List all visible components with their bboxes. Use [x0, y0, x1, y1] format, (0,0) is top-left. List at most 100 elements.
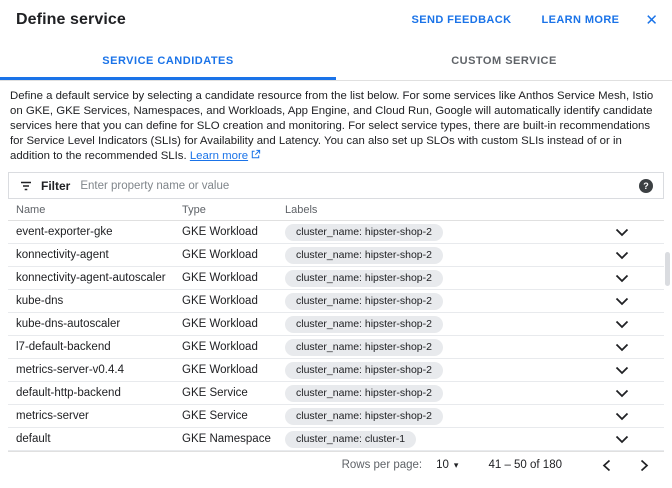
- row-expand-cell: [594, 320, 664, 329]
- learn-more-button[interactable]: LEARN MORE: [541, 14, 619, 26]
- row-name: konnectivity-agent: [8, 249, 182, 261]
- label-chip: cluster_name: hipster-shop-2: [285, 247, 443, 264]
- table-row[interactable]: metrics-server GKE Service cluster_name:…: [8, 405, 664, 428]
- row-labels: cluster_name: hipster-shop-2: [285, 339, 594, 356]
- tab-bar: SERVICE CANDIDATES CUSTOM SERVICE: [0, 40, 672, 81]
- table-row[interactable]: metrics-server-v0.4.4 GKE Workload clust…: [8, 359, 664, 382]
- filter-label: Filter: [41, 179, 70, 193]
- row-name: metrics-server-v0.4.4: [8, 364, 182, 376]
- chevron-down-icon[interactable]: [615, 412, 629, 421]
- rows-per-page-value: 10: [436, 459, 449, 471]
- label-chip: cluster_name: hipster-shop-2: [285, 293, 443, 310]
- row-type: GKE Workload: [182, 364, 285, 376]
- description-learn-more-link[interactable]: Learn more: [190, 150, 261, 162]
- row-expand-cell: [594, 251, 664, 260]
- chevron-left-icon: [602, 459, 611, 472]
- column-header-labels: Labels: [285, 204, 594, 216]
- filter-input[interactable]: [80, 180, 639, 192]
- row-name: kube-dns-autoscaler: [8, 318, 182, 330]
- dropdown-caret-icon: ▾: [454, 460, 459, 471]
- label-chip: cluster_name: hipster-shop-2: [285, 385, 443, 402]
- chevron-down-icon[interactable]: [615, 343, 629, 352]
- chevron-down-icon[interactable]: [615, 228, 629, 237]
- next-page-button[interactable]: [632, 453, 656, 477]
- previous-page-button[interactable]: [594, 453, 618, 477]
- table-body: event-exporter-gke GKE Workload cluster_…: [8, 221, 664, 451]
- table-header: Name Type Labels: [8, 199, 664, 221]
- row-labels: cluster_name: hipster-shop-2: [285, 362, 594, 379]
- chevron-down-icon[interactable]: [615, 251, 629, 260]
- table-row[interactable]: l7-default-backend GKE Workload cluster_…: [8, 336, 664, 359]
- row-expand-cell: [594, 274, 664, 283]
- close-icon[interactable]: ✕: [645, 13, 658, 28]
- label-chip: cluster_name: hipster-shop-2: [285, 339, 443, 356]
- send-feedback-button[interactable]: SEND FEEDBACK: [412, 14, 512, 26]
- row-type: GKE Service: [182, 410, 285, 422]
- row-name: metrics-server: [8, 410, 182, 422]
- chevron-right-icon: [640, 459, 649, 472]
- filter-bar[interactable]: Filter ?: [8, 172, 664, 199]
- table-row[interactable]: default-http-backend GKE Service cluster…: [8, 382, 664, 405]
- chevron-down-icon[interactable]: [615, 389, 629, 398]
- table-row[interactable]: event-exporter-gke GKE Workload cluster_…: [8, 221, 664, 244]
- row-labels: cluster_name: hipster-shop-2: [285, 224, 594, 241]
- table-row[interactable]: default GKE Namespace cluster_name: clus…: [8, 428, 664, 451]
- row-expand-cell: [594, 389, 664, 398]
- label-chip: cluster_name: hipster-shop-2: [285, 270, 443, 287]
- label-chip: cluster_name: hipster-shop-2: [285, 362, 443, 379]
- description-text: Define a default service by selecting a …: [10, 90, 653, 162]
- row-type: GKE Namespace: [182, 433, 285, 445]
- column-header-name: Name: [8, 204, 182, 216]
- rows-per-page-label: Rows per page:: [342, 459, 423, 471]
- row-expand-cell: [594, 343, 664, 352]
- pagination-range: 41 – 50 of 180: [488, 459, 562, 471]
- row-name: default-http-backend: [8, 387, 182, 399]
- row-expand-cell: [594, 435, 664, 444]
- chevron-down-icon[interactable]: [615, 435, 629, 444]
- tab-service-candidates[interactable]: SERVICE CANDIDATES: [0, 40, 336, 80]
- row-labels: cluster_name: hipster-shop-2: [285, 247, 594, 264]
- chevron-down-icon[interactable]: [615, 274, 629, 283]
- label-chip: cluster_name: hipster-shop-2: [285, 316, 443, 333]
- row-type: GKE Workload: [182, 249, 285, 261]
- row-type: GKE Workload: [182, 341, 285, 353]
- label-chip: cluster_name: hipster-shop-2: [285, 224, 443, 241]
- row-labels: cluster_name: hipster-shop-2: [285, 316, 594, 333]
- row-name: event-exporter-gke: [8, 226, 182, 238]
- rows-per-page-select[interactable]: 10 ▾: [436, 459, 458, 471]
- row-labels: cluster_name: hipster-shop-2: [285, 385, 594, 402]
- row-type: GKE Service: [182, 387, 285, 399]
- table-row[interactable]: konnectivity-agent GKE Workload cluster_…: [8, 244, 664, 267]
- label-chip: cluster_name: hipster-shop-2: [285, 408, 443, 425]
- chevron-down-icon[interactable]: [615, 297, 629, 306]
- dialog-header: Define service SEND FEEDBACK LEARN MORE …: [0, 0, 672, 40]
- row-type: GKE Workload: [182, 272, 285, 284]
- external-link-icon: [250, 149, 261, 160]
- row-name: default: [8, 433, 182, 445]
- row-labels: cluster_name: hipster-shop-2: [285, 270, 594, 287]
- row-expand-cell: [594, 297, 664, 306]
- row-expand-cell: [594, 228, 664, 237]
- row-expand-cell: [594, 366, 664, 375]
- pagination-bar: Rows per page: 10 ▾ 41 – 50 of 180: [8, 451, 664, 478]
- chevron-down-icon[interactable]: [615, 366, 629, 375]
- chevron-down-icon[interactable]: [615, 320, 629, 329]
- row-labels: cluster_name: hipster-shop-2: [285, 408, 594, 425]
- learn-more-label: Learn more: [190, 150, 248, 162]
- filter-icon: [19, 179, 33, 193]
- row-type: GKE Workload: [182, 295, 285, 307]
- table-row[interactable]: kube-dns-autoscaler GKE Workload cluster…: [8, 313, 664, 336]
- scrollbar-thumb[interactable]: [665, 252, 670, 286]
- column-header-type: Type: [182, 204, 285, 216]
- table-row[interactable]: konnectivity-agent-autoscaler GKE Worklo…: [8, 267, 664, 290]
- description: Define a default service by selecting a …: [0, 81, 672, 170]
- row-type: GKE Workload: [182, 226, 285, 238]
- row-name: l7-default-backend: [8, 341, 182, 353]
- row-labels: cluster_name: cluster-1: [285, 431, 594, 448]
- row-type: GKE Workload: [182, 318, 285, 330]
- row-labels: cluster_name: hipster-shop-2: [285, 293, 594, 310]
- label-chip: cluster_name: cluster-1: [285, 431, 416, 448]
- tab-custom-service[interactable]: CUSTOM SERVICE: [336, 40, 672, 80]
- table-row[interactable]: kube-dns GKE Workload cluster_name: hips…: [8, 290, 664, 313]
- help-icon[interactable]: ?: [639, 179, 653, 193]
